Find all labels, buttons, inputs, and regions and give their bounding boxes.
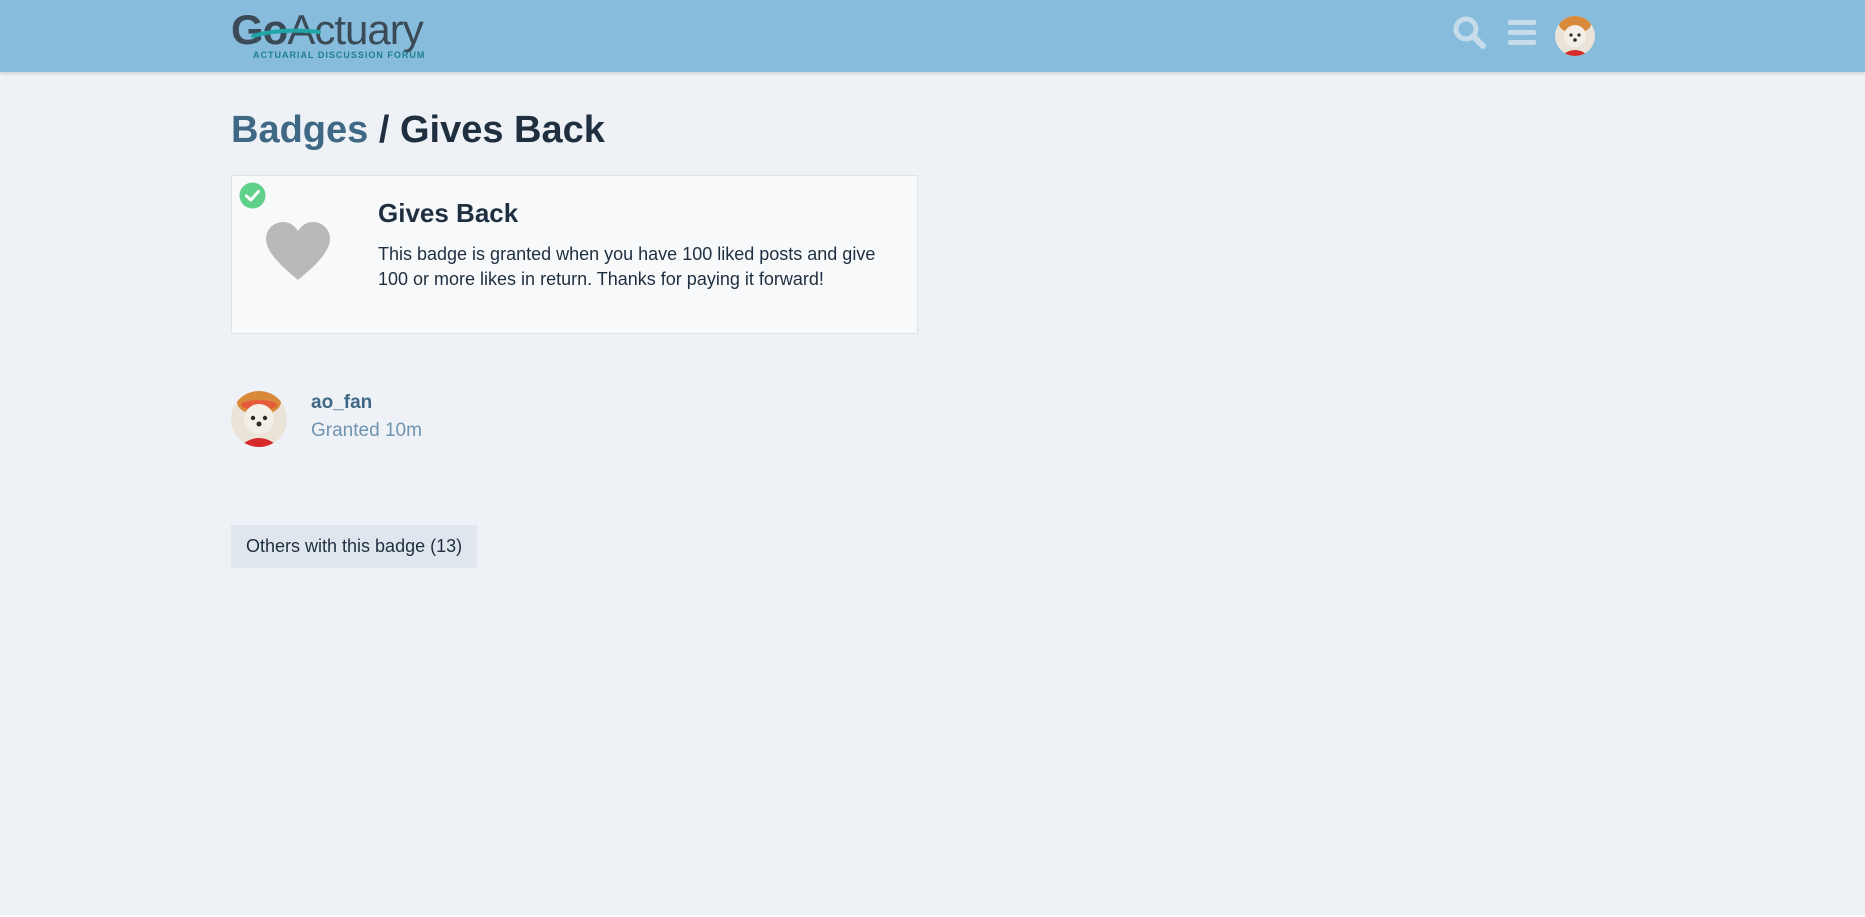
granted-label: Granted xyxy=(311,420,380,441)
granted-time[interactable]: 10m xyxy=(385,420,422,441)
granted-info: Granted 10m xyxy=(311,420,422,442)
check-icon xyxy=(239,182,266,209)
hamburger-menu-button[interactable] xyxy=(1504,14,1540,50)
username-link[interactable]: ao_fan xyxy=(311,392,372,414)
breadcrumb-badges-link[interactable]: Badges xyxy=(231,109,368,151)
search-icon xyxy=(1453,16,1486,49)
site-logo[interactable]: GoActuary ACTUARIAL DISCUSSION FORUM xyxy=(231,6,451,64)
user-avatar[interactable] xyxy=(231,391,287,447)
search-button[interactable] xyxy=(1451,14,1487,50)
heart-icon xyxy=(266,222,330,280)
dog-avatar-icon xyxy=(231,391,287,447)
site-header: GoActuary ACTUARIAL DISCUSSION FORUM xyxy=(0,0,1865,72)
badge-grant-row: ao_fan Granted 10m xyxy=(231,391,631,447)
current-user-avatar[interactable] xyxy=(1555,16,1595,56)
hamburger-menu-icon xyxy=(1508,20,1536,45)
dog-avatar-icon xyxy=(1555,16,1595,56)
page-title: Badges / Gives Back xyxy=(231,106,605,154)
badge-card: Gives Back This badge is granted when yo… xyxy=(231,175,918,334)
logo-swoosh-icon xyxy=(251,28,321,38)
logo-tagline: ACTUARIAL DISCUSSION FORUM xyxy=(253,50,426,60)
others-with-badge-button[interactable]: Others with this badge (13) xyxy=(231,525,478,568)
breadcrumb-separator: / xyxy=(378,109,390,151)
badge-name: Gives Back xyxy=(378,198,519,228)
breadcrumb-current: Gives Back xyxy=(399,109,605,151)
badge-description: This badge is granted when you have 100 … xyxy=(378,244,876,289)
